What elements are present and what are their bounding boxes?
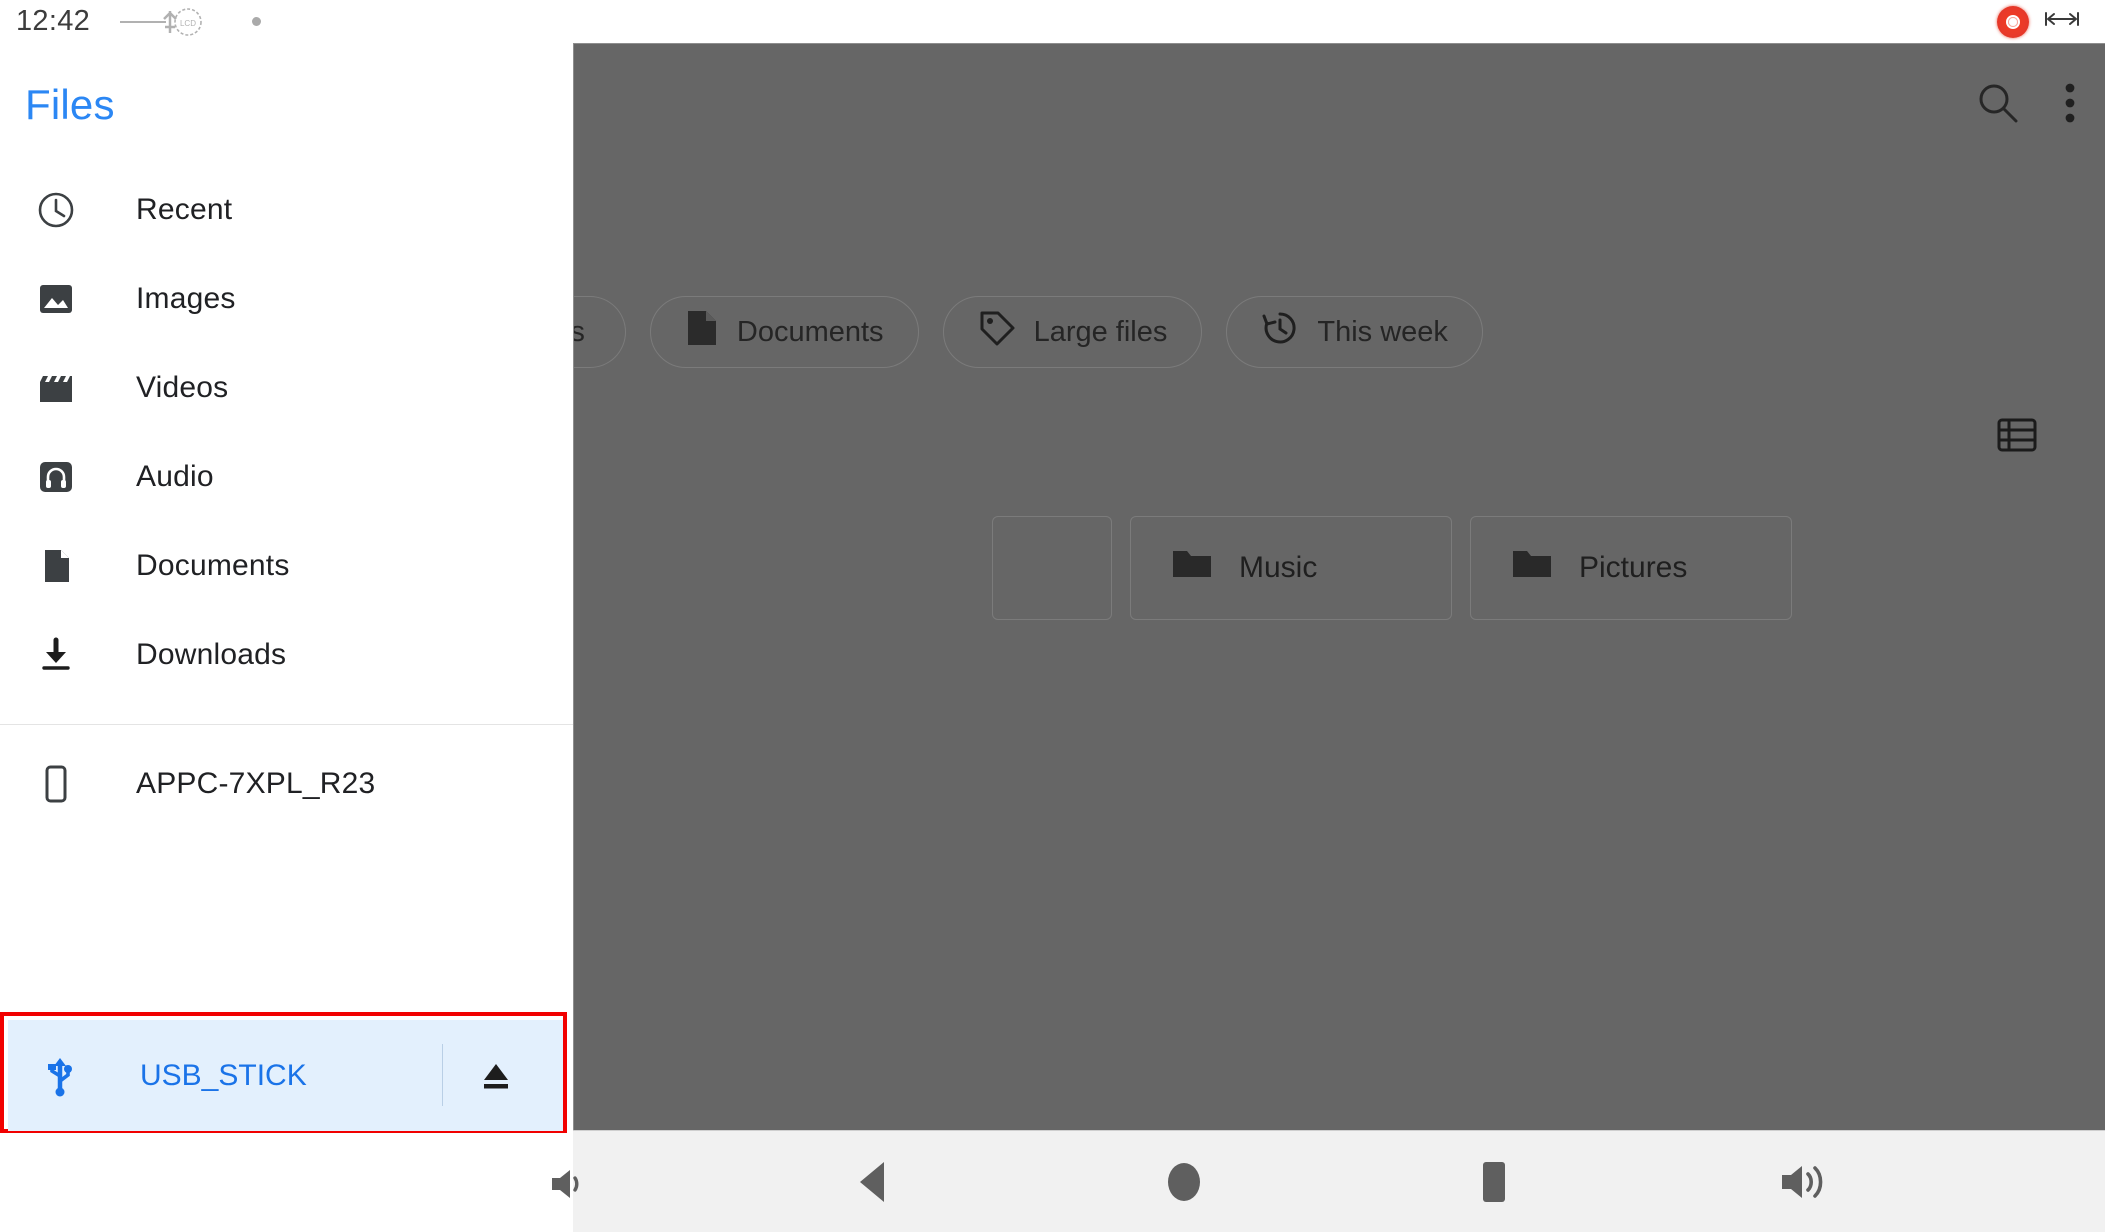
filter-chip-videos[interactable]: deos xyxy=(574,296,626,368)
sidebar-item-label: Audio xyxy=(136,459,214,493)
app-top-bar xyxy=(574,44,2105,154)
sidebar-item-usb-stick[interactable]: USB_STICK xyxy=(8,1020,563,1131)
svg-text:LCD: LCD xyxy=(180,19,196,28)
download-icon xyxy=(34,633,78,677)
folder-card-label: Music xyxy=(1239,551,1318,584)
search-icon[interactable] xyxy=(1975,80,2021,131)
document-icon xyxy=(34,544,78,588)
app-top-bar-actions xyxy=(1975,80,2077,131)
usb-stick-annotation-box: USB_STICK xyxy=(0,1012,567,1133)
page-title: Files xyxy=(25,81,115,128)
filter-chip-label: This week xyxy=(1317,315,1448,348)
drawer-divider xyxy=(0,724,573,725)
folder-card-music[interactable]: Music xyxy=(1130,516,1452,620)
folder-cards-row: Music Pictures xyxy=(992,516,1792,620)
sidebar-item-videos[interactable]: Videos xyxy=(0,343,573,432)
sidebar-item-label: Videos xyxy=(136,370,229,404)
filter-chip-label: Large files xyxy=(1033,315,1168,348)
filter-chip-label: Documents xyxy=(736,315,884,348)
usb-eject-separator xyxy=(442,1044,443,1106)
folder-icon xyxy=(1511,547,1553,589)
clock-icon xyxy=(34,188,78,232)
folder-card-partial[interactable] xyxy=(992,516,1112,620)
sidebar-item-label: Documents xyxy=(136,548,290,582)
folder-icon xyxy=(1171,547,1213,589)
sidebar-item-downloads[interactable]: Downloads xyxy=(0,610,573,699)
sidebar-item-label: Downloads xyxy=(136,637,287,671)
usb-icon xyxy=(38,1054,82,1098)
status-clock: 12:42 xyxy=(16,5,91,37)
folder-card-label: Pictures xyxy=(1579,551,1688,584)
sidebar-item-appc-7xpl-r23[interactable]: APPC-7XPL_R23 xyxy=(0,739,573,828)
system-nav-buttons xyxy=(843,1151,1835,1213)
resize-horizontal-icon[interactable] xyxy=(2045,8,2079,35)
drawer-devices-list: APPC-7XPL_R23 xyxy=(0,739,573,828)
filter-chip-this-week[interactable]: This week xyxy=(1226,296,1483,368)
status-left-icons: LCD xyxy=(118,7,262,37)
app-content-scrim[interactable]: deos Documents Large files xyxy=(573,43,2105,1130)
status-right-icons xyxy=(1997,5,2079,38)
image-icon xyxy=(34,277,78,321)
sidebar-item-label: APPC-7XPL_R23 xyxy=(136,766,376,800)
filter-chip-label: deos xyxy=(574,316,591,349)
sidebar-item-label: Recent xyxy=(136,192,233,226)
bottom-left-filler xyxy=(0,1130,573,1232)
list-view-icon[interactable] xyxy=(1997,417,2037,458)
document-icon xyxy=(685,309,719,355)
overflow-menu-icon[interactable] xyxy=(2063,80,2077,131)
volume-down-icon[interactable] xyxy=(545,1162,595,1206)
clapper-icon xyxy=(34,366,78,410)
sidebar-item-audio[interactable]: Audio xyxy=(0,432,573,521)
sidebar-item-documents[interactable]: Documents xyxy=(0,521,573,610)
navigation-drawer: Files Recent Images Videos Audio Documen… xyxy=(0,43,573,1133)
home-circle-icon[interactable] xyxy=(1153,1151,1215,1213)
system-navigation-bar xyxy=(573,1130,2105,1232)
sidebar-item-label: USB_STICK xyxy=(140,1058,307,1092)
headphone-icon xyxy=(34,455,78,499)
back-triangle-icon[interactable] xyxy=(843,1151,905,1213)
filter-chips-row: deos Documents Large files xyxy=(574,296,1483,368)
sidebar-item-recent[interactable]: Recent xyxy=(0,165,573,254)
usb-connection-icon: LCD xyxy=(118,7,210,37)
screen-recording-indicator-icon xyxy=(1997,5,2029,38)
status-bar: 12:42 LCD xyxy=(0,0,2105,43)
filter-chip-large-files[interactable]: Large files xyxy=(942,296,1203,368)
volume-up-icon[interactable] xyxy=(1773,1151,1835,1213)
tag-icon xyxy=(978,309,1016,355)
filter-chip-documents[interactable]: Documents xyxy=(649,296,919,368)
sidebar-item-label: Images xyxy=(136,281,236,315)
status-dot-icon xyxy=(252,17,262,26)
phone-icon xyxy=(34,762,78,806)
recents-square-icon[interactable] xyxy=(1463,1151,1525,1213)
drawer-collections-list: Recent Images Videos Audio Documents Dow… xyxy=(0,165,573,699)
eject-icon[interactable] xyxy=(473,1053,519,1099)
history-icon xyxy=(1261,309,1299,355)
sidebar-item-images[interactable]: Images xyxy=(0,254,573,343)
folder-card-pictures[interactable]: Pictures xyxy=(1470,516,1792,620)
